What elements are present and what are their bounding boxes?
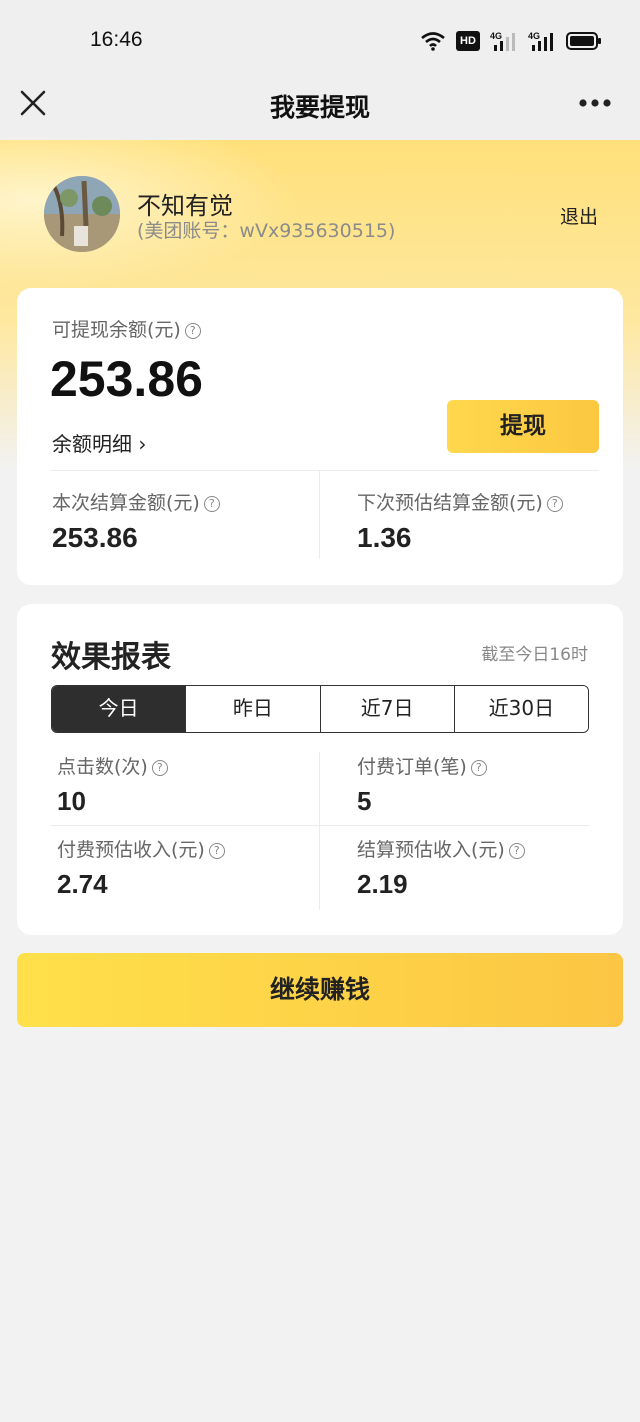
report-card: 效果报表 截至今日16时 今日 昨日 近7日 近30日 点击数(次)? 10 付…: [17, 604, 623, 935]
balance-amount: 253.86: [50, 351, 203, 407]
report-title: 效果报表: [51, 640, 171, 675]
current-settle-label: 本次结算金额(元): [52, 492, 200, 514]
paid-orders-label: 付费订单(笔): [357, 756, 467, 778]
avatar: [44, 176, 120, 252]
clicks-label-row: 点击数(次)?: [57, 752, 168, 779]
logout-button[interactable]: 退出: [560, 202, 598, 229]
settle-income-label-row: 结算预估收入(元)?: [357, 835, 525, 862]
tab-30-days[interactable]: 近30日: [453, 686, 588, 732]
nav-bar: 我要提现: [0, 80, 640, 140]
paid-orders-label-row: 付费订单(笔)?: [357, 752, 487, 779]
help-icon[interactable]: ?: [208, 843, 225, 859]
continue-earning-button[interactable]: 继续赚钱: [17, 953, 623, 1027]
balance-label: 可提现余额(元): [52, 319, 181, 341]
divider: [50, 470, 599, 471]
clicks-value: 10: [57, 786, 86, 816]
settle-income-label: 结算预估收入(元): [357, 839, 505, 861]
next-settle-label: 下次预估结算金额(元): [357, 492, 543, 514]
battery-icon: [566, 32, 601, 50]
tab-7-days[interactable]: 近7日: [319, 686, 454, 732]
balance-label-row: 可提现余额(元)?: [52, 315, 201, 342]
divider: [319, 752, 320, 910]
wifi-icon: [421, 32, 445, 51]
report-as-of: 截至今日16时: [481, 645, 588, 665]
avatar-photo: [44, 176, 120, 252]
help-icon[interactable]: ?: [184, 323, 201, 339]
withdraw-button[interactable]: 提现: [447, 400, 599, 453]
settle-income-value: 2.19: [357, 869, 408, 899]
paid-income-label: 付费预估收入(元): [57, 839, 205, 861]
status-icons: HD 4G 4G: [420, 30, 602, 52]
4g-signal-icon: 4G: [490, 31, 515, 51]
current-settle-label-row: 本次结算金额(元)?: [52, 488, 220, 515]
4g-signal-icon: 4G: [528, 31, 553, 51]
paid-income-label-row: 付费预估收入(元)?: [57, 835, 225, 862]
network-label: 4G: [490, 31, 502, 41]
tab-yesterday[interactable]: 昨日: [185, 686, 320, 732]
divider: [51, 825, 589, 826]
user-account: (美团账号：wVx935630515): [137, 220, 396, 242]
balance-card: 可提现余额(元)? 253.86 余额明细 › 提现 本次结算金额(元)? 25…: [17, 288, 623, 585]
help-icon[interactable]: ?: [151, 760, 168, 776]
paid-income-value: 2.74: [57, 869, 108, 899]
help-icon[interactable]: ?: [508, 843, 525, 859]
page-title: 我要提现: [269, 93, 370, 122]
help-icon[interactable]: ?: [203, 496, 220, 512]
divider: [319, 471, 320, 559]
balance-detail-link[interactable]: 余额明细 ›: [52, 428, 146, 457]
hd-icon: HD: [456, 31, 480, 51]
more-icon[interactable]: [578, 98, 612, 108]
status-time: 16:46: [90, 28, 143, 51]
help-icon[interactable]: ?: [546, 496, 563, 512]
help-icon[interactable]: ?: [470, 760, 487, 776]
paid-orders-value: 5: [357, 786, 372, 816]
next-settle-value: 1.36: [357, 522, 412, 553]
tab-today[interactable]: 今日: [52, 686, 186, 732]
status-bar: 16:46 HD 4G 4G: [0, 0, 640, 80]
current-settle-value: 253.86: [52, 522, 138, 553]
network-label: 4G: [528, 31, 540, 41]
period-tabs: 今日 昨日 近7日 近30日: [51, 685, 589, 733]
clicks-label: 点击数(次): [57, 756, 148, 778]
next-settle-label-row: 下次预估结算金额(元)?: [357, 488, 563, 515]
